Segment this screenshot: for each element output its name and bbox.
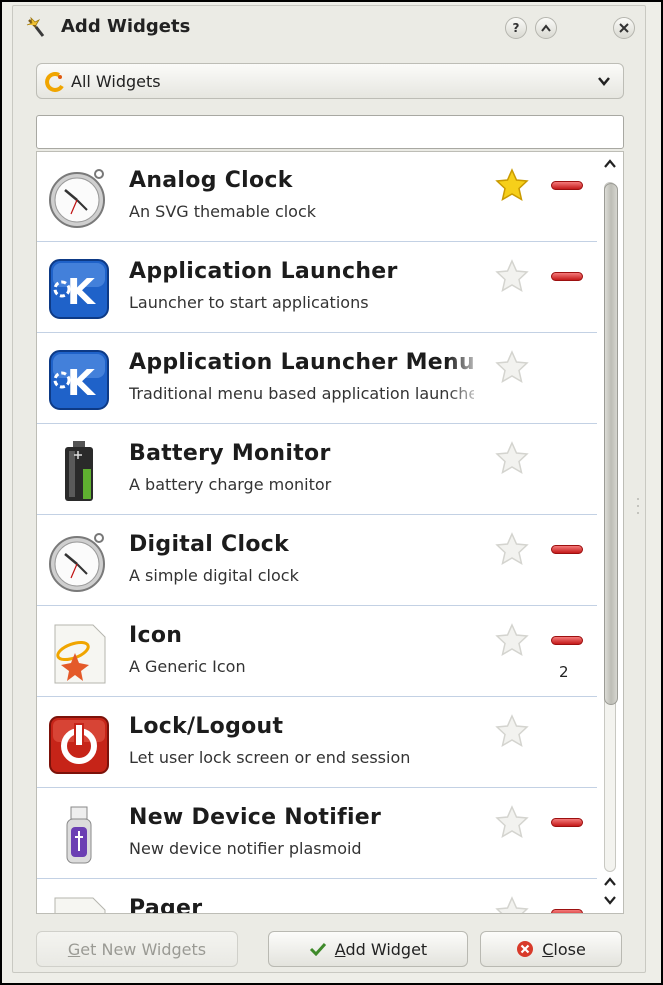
widget-description: A simple digital clock [129, 566, 299, 585]
favorite-star-icon[interactable] [495, 532, 529, 566]
close-circle-icon [517, 941, 534, 957]
help-icon: ? [512, 21, 520, 35]
widget-name: Application Launcher Menu [129, 350, 475, 375]
get-new-widgets-label: Get New Widgets [67, 939, 207, 959]
widget-row[interactable]: Battery Monitor A battery charge monitor [37, 425, 597, 515]
widget-row[interactable]: Lock/Logout Let user lock screen or end s… [37, 698, 597, 788]
remove-widget-icon[interactable] [551, 636, 583, 645]
widget-name: Pager [129, 896, 203, 914]
close-button[interactable]: Close [480, 931, 622, 967]
widget-description: Let user lock screen or end session [129, 748, 411, 767]
favorite-star-active-icon[interactable] [495, 168, 529, 202]
widget-name: Battery Monitor [129, 441, 331, 466]
remove-widget-icon[interactable] [551, 909, 583, 913]
widget-name: Analog Clock [129, 168, 293, 193]
widget-row[interactable]: New Device Notifier New device notifier p… [37, 789, 597, 879]
analog-clock-icon [47, 530, 111, 594]
widget-search-input[interactable] [36, 115, 624, 149]
scroll-up-small-icon[interactable] [603, 876, 617, 888]
favorite-star-icon[interactable] [495, 259, 529, 293]
widget-row[interactable]: K Application Launcher Launcher to start a… [37, 243, 597, 333]
chevron-down-icon [598, 77, 610, 86]
instance-count: 2 [559, 663, 569, 681]
widget-description: An SVG themable clock [129, 202, 317, 221]
close-window-button[interactable] [613, 17, 635, 39]
remove-widget-icon[interactable] [551, 818, 583, 827]
widget-description: A Generic Icon [129, 657, 246, 676]
widget-name: Application Launcher [129, 259, 398, 284]
title-bar[interactable]: Add Widgets ? [13, 6, 645, 50]
favorite-star-icon[interactable] [495, 623, 529, 657]
generic-icon [47, 894, 111, 913]
vertical-scrollbar[interactable] [597, 152, 623, 913]
scrollbar-track[interactable] [604, 182, 618, 872]
widget-row[interactable]: Digital Clock A simple digital clock [37, 516, 597, 606]
widget-row[interactable]: Pager [37, 880, 597, 914]
battery-icon [47, 439, 111, 503]
wand-icon [26, 16, 45, 37]
get-new-widgets-button[interactable]: Get New Widgets [36, 931, 238, 967]
widgets-category-icon [45, 72, 64, 92]
scroll-down-icon[interactable] [603, 894, 617, 906]
svg-text:K: K [67, 363, 96, 404]
remove-widget-icon[interactable] [551, 272, 583, 281]
widget-description: Traditional menu based application launc… [129, 384, 474, 403]
close-icon [619, 23, 629, 33]
add-widget-button[interactable]: Add Widget [268, 931, 468, 967]
widget-name: Icon [129, 623, 183, 648]
kde-launcher-icon: K [47, 348, 111, 412]
favorite-star-icon[interactable] [495, 350, 529, 384]
text-fade-overlay [447, 344, 487, 414]
widget-row[interactable]: K Application Launcher Menu Traditional me… [37, 334, 597, 424]
checkmark-icon [309, 942, 326, 956]
collapse-button[interactable] [535, 17, 557, 39]
help-button[interactable]: ? [505, 17, 527, 39]
widget-list[interactable]: Analog Clock An SVG themable clock K Applic… [36, 151, 624, 914]
power-icon [47, 712, 111, 776]
widget-row[interactable]: Analog Clock An SVG themable clock [37, 152, 597, 242]
widget-row[interactable]: Icon A Generic Icon 2 [37, 607, 597, 697]
dropdown-selected-value: All Widgets [71, 72, 161, 91]
widget-description: Launcher to start applications [129, 293, 369, 312]
favorite-star-icon[interactable] [495, 714, 529, 748]
widget-name: Lock/Logout [129, 714, 284, 739]
usb-device-icon [47, 803, 111, 867]
remove-widget-icon[interactable] [551, 545, 583, 554]
scrollbar-thumb[interactable] [604, 183, 618, 705]
remove-widget-icon[interactable] [551, 181, 583, 190]
text-fade-overlay [447, 708, 487, 778]
favorite-star-icon[interactable] [495, 896, 529, 913]
chevron-up-icon [541, 24, 551, 32]
svg-text:K: K [67, 272, 96, 313]
dialog-title: Add Widgets [61, 16, 191, 37]
screen-frame: Add Widgets ? All Widgets Analog Clock An… [0, 0, 663, 985]
widget-name: Digital Clock [129, 532, 290, 557]
scroll-up-icon[interactable] [603, 158, 617, 170]
add-widgets-dialog: Add Widgets ? All Widgets Analog Clock An… [12, 5, 646, 973]
analog-clock-icon [47, 166, 111, 230]
widget-description: A battery charge monitor [129, 475, 332, 494]
favorite-star-icon[interactable] [495, 441, 529, 475]
widget-category-dropdown[interactable]: All Widgets [36, 63, 624, 99]
close-label: Close [542, 939, 586, 959]
favorite-star-icon[interactable] [495, 805, 529, 839]
widget-name: New Device Notifier [129, 805, 382, 830]
resize-grip-icon[interactable] [636, 496, 640, 516]
widget-description: New device notifier plasmoid [129, 839, 362, 858]
add-widget-label: Add Widget [334, 939, 428, 959]
generic-icon [47, 621, 111, 685]
kde-launcher-icon: K [47, 257, 111, 321]
